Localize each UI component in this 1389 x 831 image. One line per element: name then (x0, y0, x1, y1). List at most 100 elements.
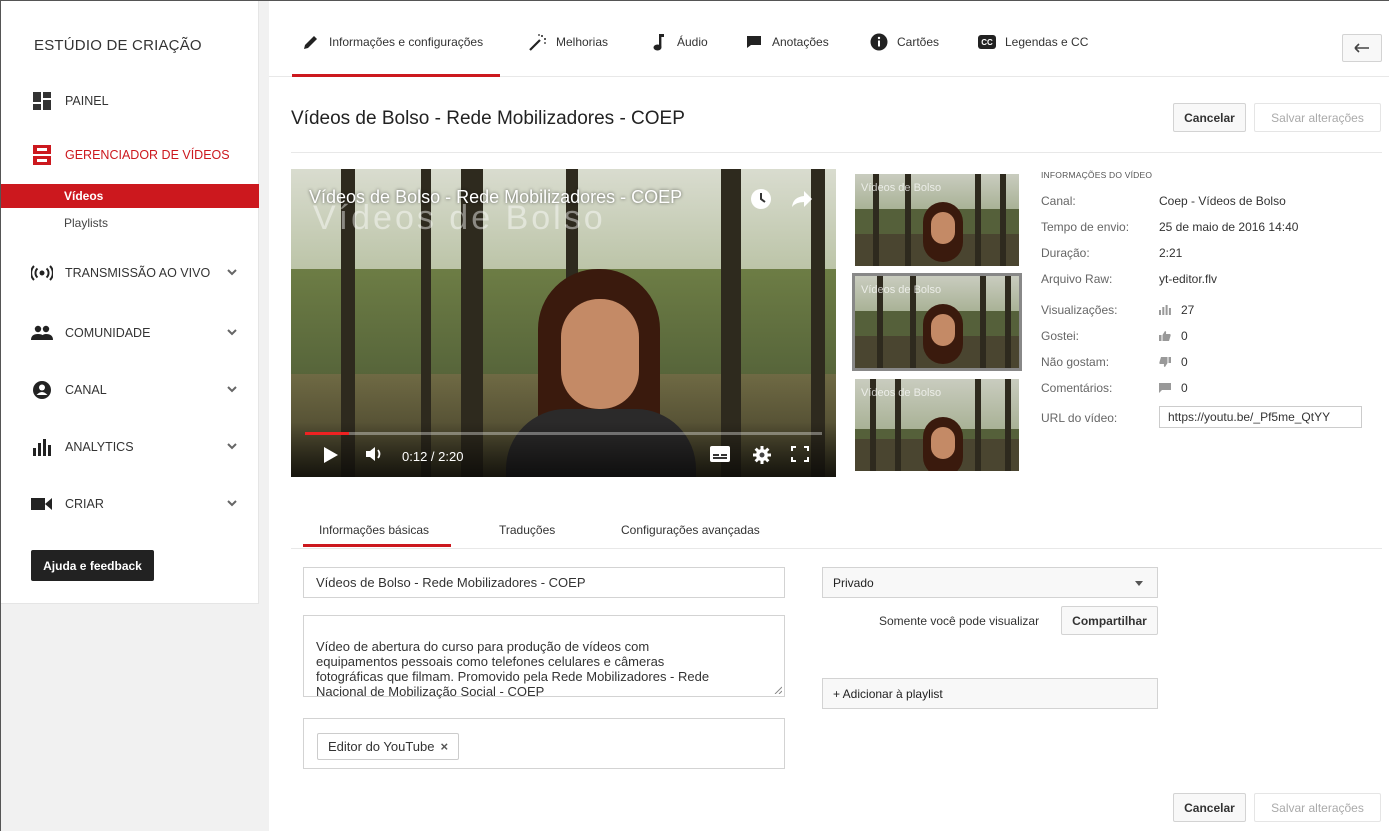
sidebar-item-video-manager[interactable]: GERENCIADOR DE VÍDEOS (1, 137, 259, 173)
page-title: Vídeos de Bolso - Rede Mobilizadores - C… (291, 108, 685, 129)
thumbnail-watermark: Vídeos de Bolso (861, 284, 942, 296)
share-icon[interactable] (791, 190, 813, 208)
dashboard-icon (31, 90, 53, 112)
sidebar-item-label: PAINEL (65, 94, 109, 108)
tab-label: Informações e configurações (329, 35, 484, 49)
dislikes-value: 0 (1159, 355, 1188, 369)
watch-later-icon[interactable] (750, 188, 772, 210)
gear-icon (753, 446, 771, 464)
cc-icon: CC (978, 33, 996, 51)
add-to-playlist-button[interactable]: + Adicionar à playlist (822, 678, 1158, 709)
tab-audio[interactable]: Áudio (650, 34, 708, 75)
svg-text:CC: CC (981, 38, 993, 47)
share-button[interactable]: Compartilhar (1061, 606, 1158, 635)
time-display: 0:12 / 2:20 (402, 449, 464, 464)
bar-chart-icon (1159, 305, 1171, 315)
sidebar-subitem-videos[interactable]: Vídeos (1, 184, 259, 208)
info-label: Comentários: (1041, 381, 1113, 395)
video-player[interactable]: Vídeos de Bolso Vídeos de Bolso - Rede M… (291, 169, 836, 477)
community-icon (31, 322, 53, 344)
progress-bar[interactable] (305, 432, 822, 435)
divider (291, 548, 1382, 549)
fullscreen-button[interactable] (791, 446, 809, 462)
info-label: Gostei: (1041, 329, 1080, 343)
tag-label: Editor do YouTube (328, 739, 435, 754)
cancel-button-bottom[interactable]: Cancelar (1173, 793, 1246, 822)
settings-button[interactable] (753, 446, 771, 464)
studio-title: ESTÚDIO DE CRIAÇÃO (34, 37, 202, 54)
info-label: Não gostam: (1041, 355, 1110, 369)
likes-count: 0 (1181, 329, 1188, 343)
tab-enhancements[interactable]: Melhorias (529, 33, 609, 75)
sidebar-item-label: TRANSMISSÃO AO VIVO (65, 266, 211, 280)
info-label: Canal: (1041, 194, 1076, 208)
chevron-down-icon (227, 269, 237, 276)
volume-icon (366, 447, 381, 461)
info-value: Coep - Vídeos de Bolso (1159, 194, 1286, 208)
help-feedback-button[interactable]: Ajuda e feedback (31, 550, 154, 581)
subtitles-button[interactable] (710, 446, 730, 462)
remove-tag-icon[interactable]: × (441, 739, 449, 754)
privacy-select[interactable]: Privado (822, 567, 1158, 598)
tab-label: Melhorias (556, 35, 609, 49)
tab-subtitles[interactable]: CC Legendas e CC (978, 35, 1088, 75)
back-button[interactable] (1342, 34, 1382, 62)
comments-count: 0 (1181, 381, 1188, 395)
thumbnail-option-2[interactable]: Vídeos de Bolso (852, 273, 1022, 371)
views-count: 27 (1181, 303, 1195, 317)
comments-value: 0 (1159, 381, 1188, 395)
sidebar-item-channel[interactable]: CANAL (1, 372, 259, 408)
title-input[interactable]: Vídeos de Bolso - Rede Mobilizadores - C… (303, 567, 785, 598)
info-value: yt-editor.flv (1159, 272, 1218, 286)
comment-icon (1159, 383, 1171, 393)
tab-translations[interactable]: Traduções (499, 523, 555, 537)
tab-label: Anotações (772, 35, 829, 49)
thumbs-up-icon (1159, 331, 1171, 341)
tab-label: Legendas e CC (1005, 35, 1089, 49)
sidebar-item-community[interactable]: COMUNIDADE (1, 315, 259, 351)
resize-handle-icon[interactable] (774, 686, 782, 694)
save-changes-button[interactable]: Salvar alterações (1254, 103, 1381, 132)
chevron-down-icon (227, 386, 237, 393)
tab-label: Cartões (897, 35, 940, 49)
sidebar-item-live[interactable]: TRANSMISSÃO AO VIVO (1, 255, 259, 291)
tab-info-settings[interactable]: Informações e configurações (292, 35, 500, 77)
info-value: 2:21 (1159, 246, 1183, 260)
tab-advanced-settings[interactable]: Configurações avançadas (621, 523, 760, 537)
cancel-button[interactable]: Cancelar (1173, 103, 1246, 132)
fullscreen-icon (791, 446, 809, 462)
live-icon (31, 262, 53, 284)
likes-value: 0 (1159, 329, 1188, 343)
info-label: URL do vídeo: (1041, 411, 1118, 425)
description-textarea[interactable]: Vídeo de abertura do curso para produção… (303, 615, 785, 699)
magic-wand-icon (529, 33, 547, 51)
main-panel: Informações e configurações Melhorias Áu… (269, 1, 1389, 831)
channel-icon (31, 379, 53, 401)
tab-annotations[interactable]: Anotações (745, 35, 829, 75)
tab-basic-info[interactable]: Informações básicas (302, 523, 452, 547)
thumbs-down-icon (1159, 357, 1171, 367)
play-button[interactable] (323, 446, 339, 464)
tab-label: Áudio (677, 35, 708, 49)
volume-button[interactable] (365, 446, 383, 462)
info-label: Visualizações: (1041, 303, 1118, 317)
info-label: Arquivo Raw: (1041, 272, 1113, 286)
thumbnail-option-1[interactable]: Vídeos de Bolso (855, 174, 1019, 266)
analytics-icon (31, 436, 53, 458)
thumbnail-option-3[interactable]: Vídeos de Bolso (855, 379, 1019, 471)
sidebar-item-label: ANALYTICS (65, 440, 134, 454)
sidebar: ESTÚDIO DE CRIAÇÃO PAINEL GERENCIADOR DE… (1, 1, 259, 604)
sidebar-item-create[interactable]: CRIAR (1, 486, 259, 522)
progress-fill (305, 432, 350, 435)
sidebar-item-label: CANAL (65, 383, 107, 397)
privacy-value: Privado (833, 576, 874, 590)
sidebar-item-analytics[interactable]: ANALYTICS (1, 429, 259, 465)
speech-bubble-icon (745, 33, 763, 51)
tags-field[interactable]: Editor do YouTube × (303, 718, 785, 769)
sidebar-item-painel[interactable]: PAINEL (1, 83, 259, 119)
chevron-down-icon (227, 500, 237, 507)
video-url-field[interactable]: https://youtu.be/_Pf5me_QtYY (1159, 406, 1362, 428)
tab-cards[interactable]: Cartões (870, 33, 940, 75)
save-changes-button-bottom[interactable]: Salvar alterações (1254, 793, 1381, 822)
sidebar-subitem-playlists[interactable]: Playlists (1, 211, 259, 235)
